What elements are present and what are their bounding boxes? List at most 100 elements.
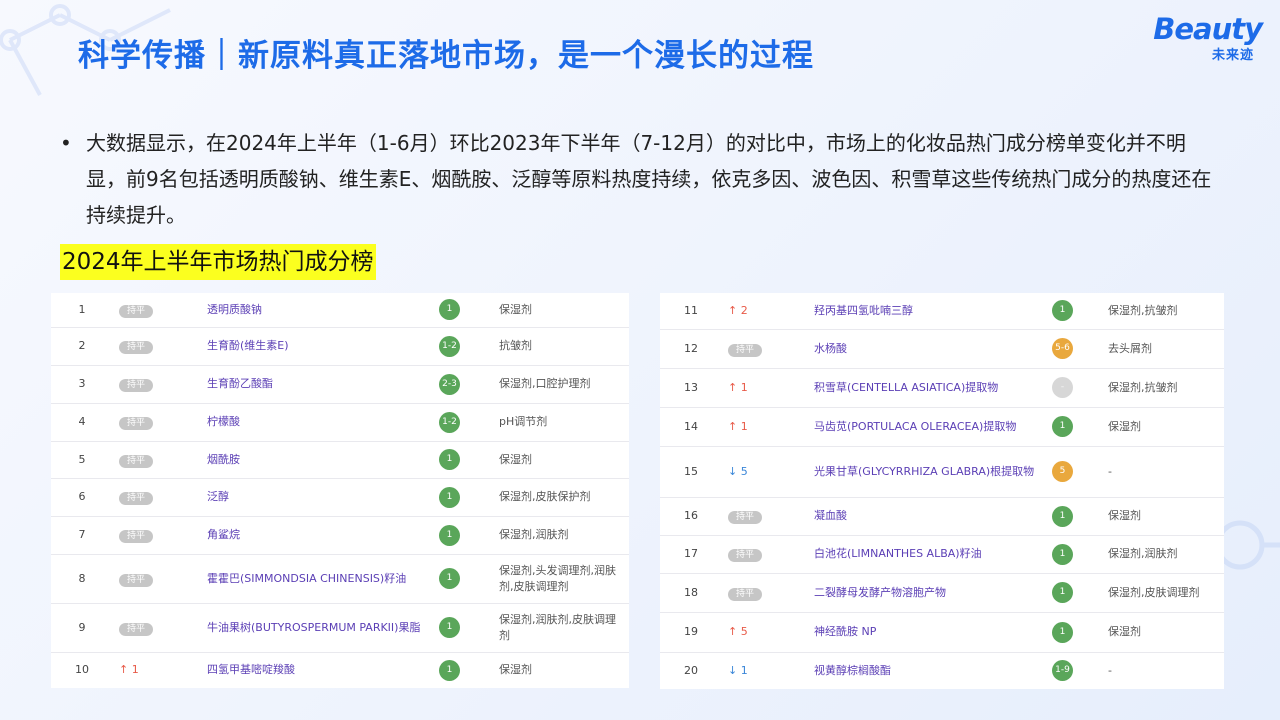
ingredient-name-link[interactable]: 泛醇 [201, 478, 433, 517]
ingredient-name-link[interactable]: 二裂酵母发酵产物溶胞产物 [808, 573, 1046, 613]
ranking-row[interactable]: 1 持平 透明质酸钠 1 保湿剂 [51, 293, 629, 328]
rank-change-cell: 持平 [113, 327, 201, 366]
safety-score-cell: 5 [1046, 446, 1102, 498]
rank-number: 16 [660, 497, 722, 536]
rank-change-cell: 持平 [722, 329, 808, 369]
ingredient-name-link[interactable]: 柠檬酸 [201, 403, 433, 442]
ingredient-name-link[interactable]: 凝血酸 [808, 497, 1046, 536]
ingredient-function: 保湿剂 [1102, 497, 1224, 536]
rank-change-cell: 持平 [113, 554, 201, 604]
rank-number: 9 [51, 603, 113, 653]
safety-score-badge: 1 [1052, 543, 1073, 565]
rank-flat-badge: 持平 [119, 622, 154, 636]
ranking-row[interactable]: 19 ↑ 5 神经酰胺 NP 1 保湿剂 [660, 612, 1224, 653]
ranking-row[interactable]: 5 持平 烟酰胺 1 保湿剂 [51, 441, 629, 479]
rank-up-indicator: ↑ 1 [119, 663, 139, 677]
ingredient-function: pH调节剂 [493, 403, 629, 442]
ranking-table-right: 11 ↑ 2 羟丙基四氢吡喃三醇 1 保湿剂,抗皱剂 12 持平 水杨酸 5-6 去头屑剂 13 ↑ … [660, 293, 1224, 689]
ingredient-function: 保湿剂,皮肤调理剂 [1102, 573, 1224, 613]
ingredient-name-link[interactable]: 积雪草(CENTELLA ASIATICA)提取物 [808, 368, 1046, 408]
rank-up-indicator: ↑ 1 [728, 380, 748, 394]
ranking-row[interactable]: 6 持平 泛醇 1 保湿剂,皮肤保护剂 [51, 478, 629, 517]
ingredient-function: - [1108, 663, 1112, 677]
ingredient-name-link[interactable]: 角鲨烷 [201, 516, 433, 555]
safety-score-badge: - [1052, 377, 1073, 398]
ingredient-name-link[interactable]: 羟丙基四氢吡喃三醇 [808, 293, 1046, 330]
ingredient-name-link[interactable]: 光果甘草(GLYCYRRHIZA GLABRA)根提取物 [808, 446, 1046, 498]
ingredient-name-link[interactable]: 烟酰胺 [201, 441, 433, 479]
ranking-row[interactable]: 7 持平 角鲨烷 1 保湿剂,润肤剂 [51, 516, 629, 555]
rank-up-indicator: ↑ 2 [728, 303, 748, 317]
ranking-row[interactable]: 14 ↑ 1 马齿苋(PORTULACA OLERACEA)提取物 1 保湿剂 [660, 407, 1224, 447]
rank-down-indicator: ↓ 5 [728, 464, 748, 478]
rank-flat-badge: 持平 [728, 587, 763, 601]
rank-flat-badge: 持平 [119, 341, 154, 354]
rank-change-cell: 持平 [113, 365, 201, 404]
ranking-row[interactable]: 18 持平 二裂酵母发酵产物溶胞产物 1 保湿剂,皮肤调理剂 [660, 573, 1224, 613]
safety-score-badge: 2-3 [439, 373, 460, 395]
ingredient-function: 保湿剂 [1102, 612, 1224, 653]
safety-score-cell: 1 [1046, 535, 1102, 574]
ranking-row[interactable]: 17 持平 白池花(LIMNANTHES ALBA)籽油 1 保湿剂,润肤剂 [660, 535, 1224, 574]
rank-change-cell: ↓ 1 [722, 652, 808, 689]
ingredient-function: 保湿剂,润肤剂 [493, 516, 629, 555]
ranking-row[interactable]: 9 持平 牛油果树(BUTYROSPERMUM PARKII)果脂 1 保湿剂,润肤剂,… [51, 603, 629, 653]
ranking-row[interactable]: 15 ↓ 5 光果甘草(GLYCYRRHIZA GLABRA)根提取物 5 - [660, 446, 1224, 498]
safety-score-badge: 1 [439, 617, 460, 638]
ranking-row[interactable]: 10 ↑ 1 四氢甲基嘧啶羧酸 1 保湿剂 [51, 652, 629, 688]
rank-up-indicator: ↑ 5 [728, 625, 748, 638]
ranking-row[interactable]: 3 持平 生育酚乙酸酯 2-3 保湿剂,口腔护理剂 [51, 365, 629, 404]
rank-number: 15 [660, 446, 722, 498]
rank-up-indicator: ↑ 1 [728, 419, 748, 433]
ingredient-function: 保湿剂,头发调理剂,润肤剂,皮肤调理剂 [493, 554, 629, 604]
safety-score-badge: 5 [1052, 461, 1073, 482]
ranking-row[interactable]: 2 持平 生育酚(维生素E) 1-2 抗皱剂 [51, 327, 629, 366]
ranking-table-left: 1 持平 透明质酸钠 1 保湿剂 2 持平 生育酚(维生素E) 1-2 抗皱剂 3 持平 生育酚乙酸酯 2… [51, 293, 629, 688]
safety-score-badge: 1 [439, 524, 460, 546]
rank-number: 5 [51, 441, 113, 479]
safety-score-cell: 1 [433, 441, 493, 479]
ingredient-name-link[interactable]: 牛油果树(BUTYROSPERMUM PARKII)果脂 [201, 603, 433, 653]
ingredient-name-link[interactable]: 四氢甲基嘧啶羧酸 [201, 652, 433, 688]
ingredient-name-link[interactable]: 霍霍巴(SIMMONDSIA CHINENSIS)籽油 [201, 554, 433, 604]
rank-number: 14 [660, 407, 722, 447]
ingredient-name-link[interactable]: 水杨酸 [808, 329, 1046, 369]
safety-score-cell: 1-2 [433, 327, 493, 366]
safety-score-badge: 1-9 [1052, 660, 1073, 682]
rank-number: 12 [660, 329, 722, 369]
ranking-row[interactable]: 16 持平 凝血酸 1 保湿剂 [660, 497, 1224, 536]
rank-change-cell: 持平 [113, 516, 201, 555]
rank-change-cell: 持平 [113, 441, 201, 479]
ingredient-name-link[interactable]: 神经酰胺 NP [808, 612, 1046, 653]
ingredient-name-link[interactable]: 生育酚乙酸酯 [201, 365, 433, 404]
rank-change-cell: 持平 [113, 478, 201, 517]
safety-score-cell: - [1046, 368, 1102, 408]
ingredient-function: 保湿剂,润肤剂 [1102, 535, 1224, 574]
rank-flat-badge: 持平 [728, 343, 763, 357]
ingredient-name-link[interactable]: 马齿苋(PORTULACA OLERACEA)提取物 [808, 407, 1046, 447]
rank-flat-badge: 持平 [119, 530, 154, 543]
ingredient-name-link[interactable]: 视黄醇棕榈酸酯 [808, 652, 1046, 689]
safety-score-cell: 1 [433, 652, 493, 688]
ingredient-function: 保湿剂 [499, 663, 532, 677]
safety-score-badge: 1 [1052, 582, 1073, 603]
rank-flat-badge: 持平 [119, 492, 154, 505]
rank-change-cell: 持平 [722, 535, 808, 574]
safety-score-cell: 1 [433, 554, 493, 604]
rank-change-cell: 持平 [113, 403, 201, 442]
ranking-row[interactable]: 20 ↓ 1 视黄醇棕榈酸酯 1-9 - [660, 652, 1224, 689]
safety-score-cell: 2-3 [433, 365, 493, 404]
ranking-row[interactable]: 11 ↑ 2 羟丙基四氢吡喃三醇 1 保湿剂,抗皱剂 [660, 293, 1224, 330]
ingredient-function: 去头屑剂 [1102, 329, 1224, 369]
safety-score-cell: 1-9 [1046, 652, 1102, 689]
rank-down-indicator: ↓ 1 [728, 663, 748, 677]
ingredient-name-link[interactable]: 生育酚(维生素E) [201, 327, 433, 366]
rank-number: 1 [51, 293, 113, 328]
ranking-row[interactable]: 12 持平 水杨酸 5-6 去头屑剂 [660, 329, 1224, 369]
ranking-row[interactable]: 4 持平 柠檬酸 1-2 pH调节剂 [51, 403, 629, 442]
ranking-row[interactable]: 8 持平 霍霍巴(SIMMONDSIA CHINENSIS)籽油 1 保湿剂,头发调理剂… [51, 554, 629, 604]
ingredient-name-link[interactable]: 白池花(LIMNANTHES ALBA)籽油 [808, 535, 1046, 574]
ingredient-name-link[interactable]: 透明质酸钠 [201, 293, 433, 328]
safety-score-cell: 5-6 [1046, 329, 1102, 369]
ranking-row[interactable]: 13 ↑ 1 积雪草(CENTELLA ASIATICA)提取物 - 保湿剂,抗皱剂 [660, 368, 1224, 408]
